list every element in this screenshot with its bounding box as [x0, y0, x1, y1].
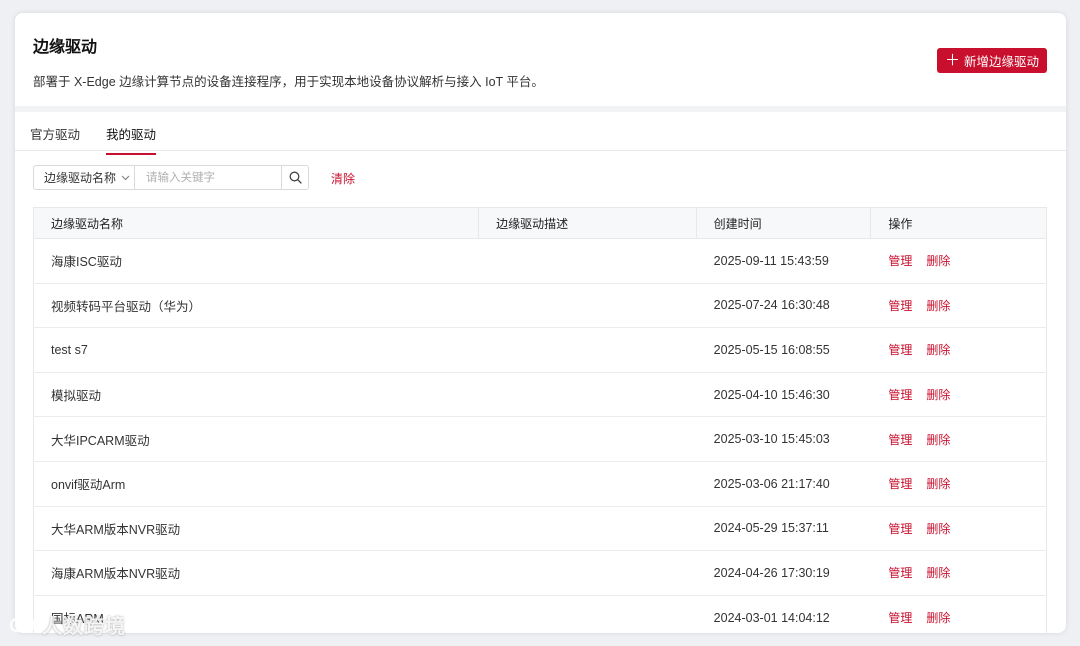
- tab-official-drivers[interactable]: 官方驱动: [30, 124, 80, 143]
- table-row: onvif驱动Arm 2025-03-06 21:17:40 管理 删除: [34, 462, 1046, 507]
- driver-created-time: 2024-05-29 15:37:11: [713, 521, 829, 536]
- driver-name: test s7: [51, 342, 88, 357]
- table-row: 海康ARM版本NVR驱动 2024-04-26 17:30:19 管理 删除: [34, 551, 1046, 596]
- row-actions: 管理 删除: [871, 609, 1046, 626]
- row-actions: 管理 删除: [871, 564, 1046, 581]
- delete-link[interactable]: 删除: [926, 252, 950, 269]
- watermark: 人数跨境: [8, 610, 126, 639]
- delete-link[interactable]: 删除: [926, 520, 950, 537]
- driver-name: onvif驱动Arm: [51, 478, 126, 493]
- driver-name: 视频转码平台驱动（华为）: [51, 299, 202, 314]
- delete-link[interactable]: 删除: [926, 341, 950, 358]
- manage-link[interactable]: 管理: [888, 297, 912, 314]
- table-header: 边缘驱动名称 边缘驱动描述 创建时间 操作: [34, 208, 1046, 239]
- driver-created-time: 2025-03-10 15:45:03: [713, 432, 830, 447]
- delete-link[interactable]: 删除: [926, 564, 950, 581]
- delete-link[interactable]: 删除: [926, 297, 950, 314]
- manage-link[interactable]: 管理: [888, 564, 912, 581]
- page-description: 部署于 X-Edge 边缘计算节点的设备连接程序，用于实现本地设备协议解析与接入…: [33, 75, 544, 89]
- column-header-name: 边缘驱动名称: [34, 208, 480, 239]
- driver-name: 海康ARM版本NVR驱动: [51, 567, 181, 582]
- row-actions: 管理 删除: [871, 520, 1046, 537]
- table-row: 国标ARM 2024-03-01 14:04:12 管理 删除: [34, 596, 1046, 633]
- driver-created-time: 2025-07-24 16:30:48: [713, 298, 830, 313]
- filter-field-label: 边缘驱动名称: [44, 171, 117, 185]
- tab-bar: 官方驱动 我的驱动: [15, 112, 1066, 155]
- table-row: 视频转码平台驱动（华为） 2025-07-24 16:30:48 管理 删除: [34, 284, 1046, 329]
- row-actions: 管理 删除: [871, 252, 1046, 269]
- manage-link[interactable]: 管理: [888, 609, 912, 626]
- table-row: 海康ISC驱动 2025-09-11 15:43:59 管理 删除: [34, 239, 1046, 284]
- driver-created-time: 2025-03-06 21:17:40: [713, 476, 830, 491]
- driver-created-time: 2024-04-26 17:30:19: [713, 565, 830, 580]
- watermark-text: 人数跨境: [42, 616, 126, 638]
- watermark-logo-icon: [9, 617, 36, 632]
- driver-created-time: 2024-03-01 14:04:12: [713, 610, 830, 625]
- delete-link[interactable]: 删除: [926, 609, 950, 626]
- page-title: 边缘驱动: [33, 39, 98, 56]
- clear-filter-link[interactable]: 清除: [331, 170, 355, 187]
- delete-link[interactable]: 删除: [926, 386, 950, 403]
- add-edge-driver-button[interactable]: ＋ 新增边缘驱动: [937, 48, 1047, 73]
- search-button[interactable]: [282, 165, 309, 190]
- table-row: test s7 2025-05-15 16:08:55 管理 删除: [34, 328, 1046, 373]
- search-icon: [289, 171, 302, 184]
- search-input[interactable]: [134, 165, 282, 190]
- table-row: 大华ARM版本NVR驱动 2024-05-29 15:37:11 管理 删除: [34, 507, 1046, 552]
- manage-link[interactable]: 管理: [888, 431, 912, 448]
- tab-my-drivers[interactable]: 我的驱动: [106, 124, 157, 155]
- row-actions: 管理 删除: [871, 297, 1046, 314]
- driver-created-time: 2025-09-11 15:43:59: [713, 253, 829, 268]
- driver-name: 大华ARM版本NVR驱动: [51, 522, 181, 537]
- table-row: 模拟驱动 2025-04-10 15:46:30 管理 删除: [34, 373, 1046, 418]
- driver-name: 大华IPCARM驱动: [51, 433, 150, 448]
- row-actions: 管理 删除: [871, 431, 1046, 448]
- filter-bar: 边缘驱动名称: [33, 165, 309, 190]
- driver-name: 模拟驱动: [51, 389, 102, 404]
- driver-name: 海康ISC驱动: [51, 255, 122, 270]
- manage-link[interactable]: 管理: [888, 341, 912, 358]
- column-header-description: 边缘驱动描述: [479, 208, 697, 239]
- add-button-label: 新增边缘驱动: [964, 55, 1040, 69]
- row-actions: 管理 删除: [871, 475, 1046, 492]
- delete-link[interactable]: 删除: [926, 475, 950, 492]
- page-header: 边缘驱动 部署于 X-Edge 边缘计算节点的设备连接程序，用于实现本地设备协议…: [15, 13, 1066, 106]
- table-row: 大华IPCARM驱动 2025-03-10 15:45:03 管理 删除: [34, 417, 1046, 462]
- plus-icon: ＋: [944, 51, 960, 69]
- chevron-down-icon: [121, 173, 130, 183]
- manage-link[interactable]: 管理: [888, 520, 912, 537]
- column-header-created: 创建时间: [697, 208, 872, 239]
- column-header-actions: 操作: [888, 217, 913, 231]
- delete-link[interactable]: 删除: [926, 431, 950, 448]
- drivers-table: 边缘驱动名称 边缘驱动描述 创建时间 操作 海康ISC驱动 2025-09-11…: [33, 207, 1047, 633]
- row-actions: 管理 删除: [871, 341, 1046, 358]
- row-actions: 管理 删除: [871, 386, 1046, 403]
- main-panel: 边缘驱动 部署于 X-Edge 边缘计算节点的设备连接程序，用于实现本地设备协议…: [15, 13, 1066, 633]
- manage-link[interactable]: 管理: [888, 252, 912, 269]
- driver-created-time: 2025-05-15 16:08:55: [713, 342, 830, 357]
- manage-link[interactable]: 管理: [888, 386, 912, 403]
- manage-link[interactable]: 管理: [888, 475, 912, 492]
- filter-field-select[interactable]: 边缘驱动名称: [33, 165, 134, 190]
- driver-created-time: 2025-04-10 15:46:30: [713, 387, 830, 402]
